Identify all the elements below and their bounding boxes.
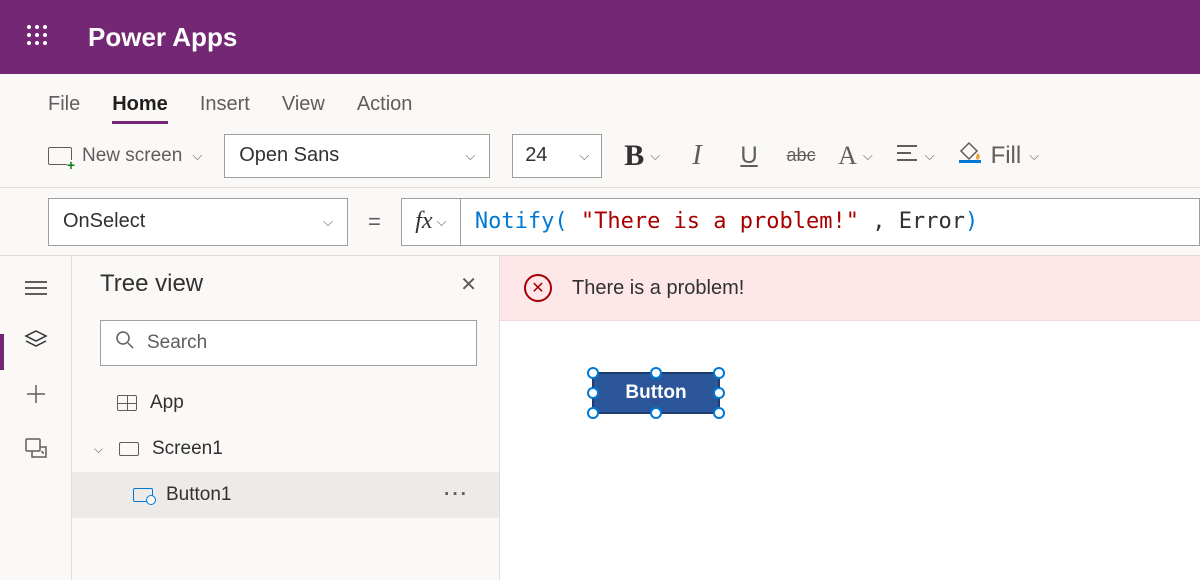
- tree-search-input[interactable]: Search: [100, 320, 477, 366]
- tree-panel: Tree view ✕ Search App ⌵ Screen1 Button1…: [72, 256, 500, 580]
- property-value: OnSelect: [63, 210, 145, 233]
- tree-title: Tree view: [100, 270, 203, 298]
- app-header: Power Apps: [0, 0, 1200, 74]
- resize-handle[interactable]: [587, 387, 599, 399]
- rail-active-indicator: [0, 334, 4, 370]
- app-title: Power Apps: [88, 22, 237, 53]
- notification-banner: ✕ There is a problem!: [500, 256, 1200, 321]
- chevron-down-icon: ⌵: [437, 214, 447, 230]
- fill-button[interactable]: Fill ⌵: [957, 141, 1040, 170]
- canvas-button-control[interactable]: Button: [592, 372, 720, 414]
- chevron-down-icon: ⌵: [925, 148, 935, 164]
- close-icon: ✕: [460, 274, 477, 296]
- chevron-down-icon: ⌵: [323, 214, 333, 230]
- font-color-button[interactable]: A ⌵: [838, 141, 873, 171]
- align-button[interactable]: ⌵: [895, 142, 935, 170]
- align-icon: [895, 142, 919, 170]
- equals-sign: =: [362, 209, 387, 235]
- rail-insert-button[interactable]: [22, 382, 50, 410]
- tree-label-app: App: [150, 392, 184, 414]
- resize-handle[interactable]: [650, 367, 662, 379]
- fx-icon: fx: [415, 208, 432, 235]
- menu-file[interactable]: File: [48, 93, 80, 124]
- menu-action[interactable]: Action: [357, 93, 413, 124]
- chevron-down-icon: ⌵: [650, 148, 660, 164]
- menu-view[interactable]: View: [282, 93, 325, 124]
- fill-label: Fill: [991, 142, 1022, 170]
- new-screen-icon: [48, 147, 72, 165]
- rail-hamburger-button[interactable]: [22, 274, 50, 302]
- property-select[interactable]: OnSelect ⌵: [48, 198, 348, 246]
- font-color-icon: A: [838, 141, 857, 171]
- resize-handle[interactable]: [650, 407, 662, 419]
- waffle-icon: [25, 23, 49, 52]
- formula-arg2: Error: [899, 209, 965, 234]
- underline-button[interactable]: U: [734, 142, 764, 170]
- resize-handle[interactable]: [713, 387, 725, 399]
- formula-fn: Notify: [475, 209, 554, 234]
- button-icon: [132, 486, 154, 504]
- hamburger-icon: [25, 277, 47, 299]
- formula-string: "There is a problem!": [581, 209, 859, 234]
- rail-tree-view-button[interactable]: [22, 328, 50, 356]
- fx-button[interactable]: fx ⌵: [401, 198, 461, 246]
- search-placeholder: Search: [147, 332, 207, 354]
- rail-media-button[interactable]: [22, 436, 50, 464]
- chevron-down-icon: ⌵: [579, 148, 589, 164]
- notification-text: There is a problem!: [572, 277, 744, 300]
- tree-label-screen1: Screen1: [152, 438, 223, 460]
- new-screen-label: New screen: [82, 145, 182, 167]
- tree-row-app[interactable]: App: [72, 380, 499, 426]
- search-icon: [115, 330, 135, 356]
- close-panel-button[interactable]: ✕: [460, 272, 477, 297]
- strikethrough-button[interactable]: abc: [786, 145, 816, 166]
- ribbon: New screen ⌵ Open Sans ⌵ 24 ⌵ B ⌵ I U ab…: [0, 124, 1200, 188]
- app-icon: [116, 394, 138, 412]
- chevron-down-icon: ⌵: [863, 148, 873, 164]
- menu-bar: File Home Insert View Action: [0, 74, 1200, 124]
- canvas-button-label: Button: [625, 382, 686, 404]
- underline-icon: U: [740, 142, 757, 170]
- formula-input[interactable]: Notify( "There is a problem!" , Error): [461, 198, 1200, 246]
- more-options-button[interactable]: ···: [444, 484, 469, 506]
- app-launcher-button[interactable]: [0, 0, 74, 74]
- italic-button[interactable]: I: [682, 140, 712, 172]
- resize-handle[interactable]: [587, 367, 599, 379]
- new-screen-button[interactable]: New screen ⌵: [48, 145, 202, 167]
- media-icon: [24, 437, 48, 464]
- canvas-area[interactable]: ✕ There is a problem! Button: [500, 256, 1200, 580]
- chevron-down-icon: ⌵: [94, 442, 106, 457]
- resize-handle[interactable]: [713, 367, 725, 379]
- left-rail: [0, 256, 72, 580]
- tree-row-button1[interactable]: Button1 ···: [72, 472, 499, 518]
- font-family-select[interactable]: Open Sans ⌵: [224, 134, 490, 178]
- chevron-down-icon: ⌵: [192, 148, 202, 164]
- tree-row-screen1[interactable]: ⌵ Screen1: [72, 426, 499, 472]
- main-area: Tree view ✕ Search App ⌵ Screen1 Button1…: [0, 256, 1200, 580]
- strikethrough-icon: abc: [787, 145, 816, 166]
- bold-icon: B: [624, 139, 644, 173]
- paint-bucket-icon: [957, 141, 983, 170]
- font-family-value: Open Sans: [239, 144, 339, 167]
- screen-icon: [118, 440, 140, 458]
- chevron-down-icon: ⌵: [1029, 148, 1039, 164]
- plus-icon: [25, 383, 47, 410]
- tree-label-button1: Button1: [166, 484, 232, 506]
- chevron-down-icon: ⌵: [465, 148, 475, 164]
- resize-handle[interactable]: [587, 407, 599, 419]
- font-size-value: 24: [525, 144, 547, 167]
- menu-home[interactable]: Home: [112, 93, 168, 124]
- italic-icon: I: [692, 140, 701, 172]
- bold-button[interactable]: B ⌵: [624, 139, 660, 173]
- font-size-select[interactable]: 24 ⌵: [512, 134, 602, 178]
- error-icon: ✕: [524, 274, 552, 302]
- resize-handle[interactable]: [713, 407, 725, 419]
- menu-insert[interactable]: Insert: [200, 93, 250, 124]
- tree-header: Tree view ✕: [72, 270, 499, 312]
- formula-bar: OnSelect ⌵ = fx ⌵ Notify( "There is a pr…: [0, 188, 1200, 256]
- layers-icon: [24, 328, 48, 357]
